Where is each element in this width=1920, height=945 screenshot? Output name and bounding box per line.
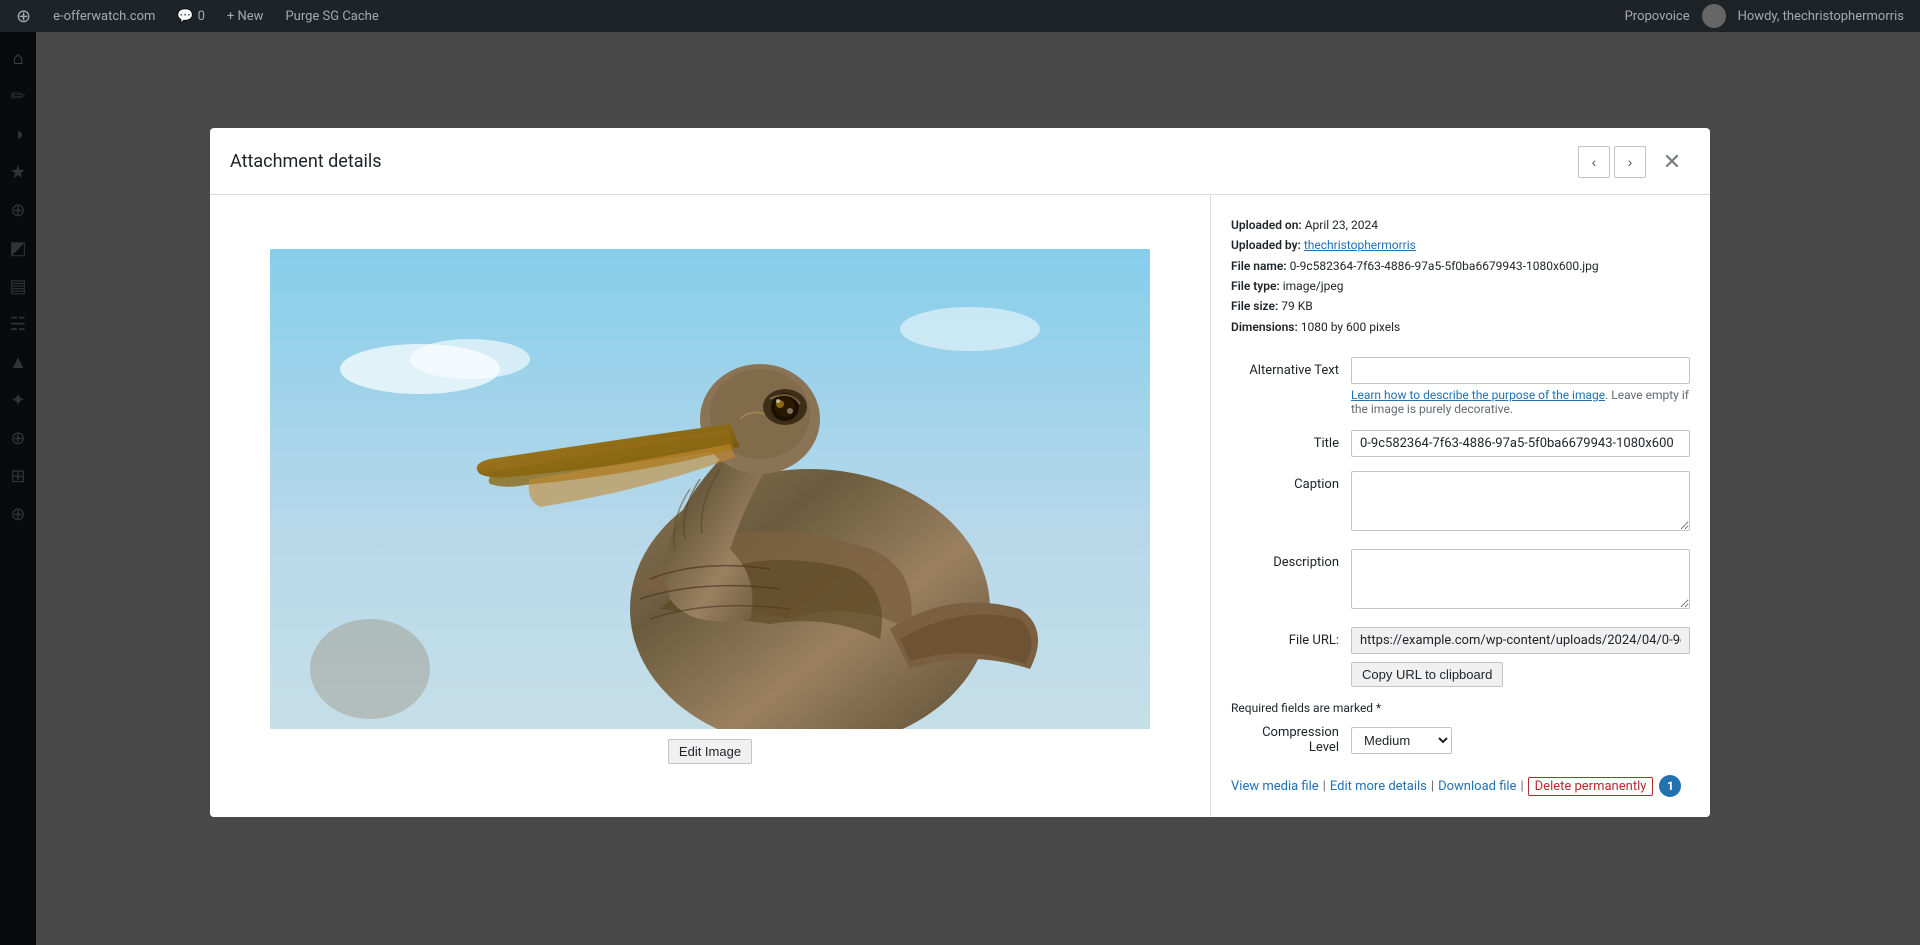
modal-close-button[interactable]: ✕ xyxy=(1654,144,1690,180)
attachment-image xyxy=(270,249,1150,729)
wp-logo-btn[interactable]: ⊕ xyxy=(8,0,39,32)
view-media-file-link[interactable]: View media file xyxy=(1231,779,1319,794)
edit-image-button[interactable]: Edit Image xyxy=(668,739,752,764)
footer-links: View media file | Edit more details | Do… xyxy=(1231,775,1690,797)
compression-label: Compression Level xyxy=(1231,725,1351,755)
file-url-field: Copy URL to clipboard xyxy=(1351,627,1690,687)
file-size-label: File size: xyxy=(1231,299,1278,313)
attachment-details-modal: Attachment details ‹ › ✕ xyxy=(210,128,1710,817)
title-input[interactable] xyxy=(1351,430,1690,457)
details-panel: Uploaded on: April 23, 2024 Uploaded by:… xyxy=(1210,195,1710,817)
file-name-label: File name: xyxy=(1231,259,1287,273)
description-input[interactable] xyxy=(1351,549,1690,609)
uploaded-on-label: Uploaded on: xyxy=(1231,218,1302,232)
alt-text-input[interactable] xyxy=(1351,357,1690,384)
modal-body: Edit Image Uploaded on: April 23, 2024 U… xyxy=(210,195,1710,817)
file-name-line: File name: 0-9c582364-7f63-4886-97a5-5f0… xyxy=(1231,256,1690,276)
description-input-wrap xyxy=(1351,549,1690,613)
file-size-line: File size: 79 KB xyxy=(1231,296,1690,316)
file-size-value: 79 KB xyxy=(1281,299,1312,313)
uploaded-by-label: Uploaded by: xyxy=(1231,238,1301,252)
alt-text-field-row: Alternative Text Learn how to describe t… xyxy=(1231,357,1690,416)
caption-input-wrap xyxy=(1351,471,1690,535)
user-greeting[interactable]: Howdy, thechristophermorris xyxy=(1730,0,1912,32)
admin-bar: ⊕ e-offerwatch.com 💬 0 + New Purge SG Ca… xyxy=(0,0,1920,32)
image-panel: Edit Image xyxy=(210,195,1210,817)
file-url-field-row: File URL: Copy URL to clipboard xyxy=(1231,627,1690,687)
dimensions-label: Dimensions: xyxy=(1231,320,1298,334)
separator-3: | xyxy=(1520,779,1523,794)
new-content-btn[interactable]: + New xyxy=(219,0,272,32)
modal-overlay: Attachment details ‹ › ✕ xyxy=(0,0,1920,945)
file-type-line: File type: image/jpeg xyxy=(1231,276,1690,296)
uploaded-on-line: Uploaded on: April 23, 2024 xyxy=(1231,215,1690,235)
user-avatar xyxy=(1702,4,1726,28)
caption-input[interactable] xyxy=(1351,471,1690,531)
uploaded-by-value[interactable]: thechristophermorris xyxy=(1304,238,1416,252)
purge-cache-btn[interactable]: Purge SG Cache xyxy=(277,0,386,32)
alt-text-learn-link[interactable]: Learn how to describe the purpose of the… xyxy=(1351,388,1605,402)
description-field-row: Description xyxy=(1231,549,1690,613)
uploaded-by-line: Uploaded by: thechristophermorris xyxy=(1231,235,1690,255)
file-name-value: 0-9c582364-7f63-4886-97a5-5f0ba6679943-1… xyxy=(1290,259,1599,273)
comment-icon: 💬 xyxy=(177,9,193,24)
file-url-label: File URL: xyxy=(1231,627,1351,648)
edit-more-details-link[interactable]: Edit more details xyxy=(1330,779,1427,794)
separator-1: | xyxy=(1323,779,1326,794)
modal-header: Attachment details ‹ › ✕ xyxy=(210,128,1710,195)
admin-bar-right: Propovoice Howdy, thechristophermorris xyxy=(1617,0,1912,32)
modal-navigation: ‹ › xyxy=(1578,146,1646,178)
file-url-input[interactable] xyxy=(1351,627,1690,654)
alt-text-label: Alternative Text xyxy=(1231,357,1351,378)
prev-attachment-button[interactable]: ‹ xyxy=(1578,146,1610,178)
compression-select[interactable]: Low Medium High xyxy=(1351,727,1452,754)
file-type-label: File type: xyxy=(1231,279,1280,293)
title-label: Title xyxy=(1231,430,1351,451)
comments-btn[interactable]: 💬 0 xyxy=(169,0,213,32)
brand-label: Propovoice xyxy=(1617,0,1698,32)
file-url-input-wrap: Copy URL to clipboard xyxy=(1351,627,1690,687)
delete-permanently-button[interactable]: Delete permanently xyxy=(1528,777,1654,796)
file-metadata: Uploaded on: April 23, 2024 Uploaded by:… xyxy=(1231,215,1690,337)
alt-text-hint: Learn how to describe the purpose of the… xyxy=(1351,388,1690,416)
dimensions-value: 1080 by 600 pixels xyxy=(1301,320,1400,334)
separator-2: | xyxy=(1431,779,1434,794)
compression-row: Compression Level Low Medium High xyxy=(1231,725,1690,755)
file-type-value: image/jpeg xyxy=(1283,279,1344,293)
caption-field-row: Caption xyxy=(1231,471,1690,535)
site-name-btn[interactable]: e-offerwatch.com xyxy=(45,0,163,32)
download-file-link[interactable]: Download file xyxy=(1438,779,1516,794)
title-input-wrap xyxy=(1351,430,1690,457)
copy-url-button[interactable]: Copy URL to clipboard xyxy=(1351,662,1503,687)
annotation-badge-1: 1 xyxy=(1659,775,1681,797)
description-label: Description xyxy=(1231,549,1351,570)
next-attachment-button[interactable]: › xyxy=(1614,146,1646,178)
modal-title: Attachment details xyxy=(230,151,382,172)
alt-text-input-wrap: Learn how to describe the purpose of the… xyxy=(1351,357,1690,416)
title-field-row: Title xyxy=(1231,430,1690,457)
uploaded-on-date: April 23, 2024 xyxy=(1305,218,1378,232)
caption-label: Caption xyxy=(1231,471,1351,492)
required-note: Required fields are marked * xyxy=(1231,701,1690,715)
dimensions-line: Dimensions: 1080 by 600 pixels xyxy=(1231,317,1690,337)
